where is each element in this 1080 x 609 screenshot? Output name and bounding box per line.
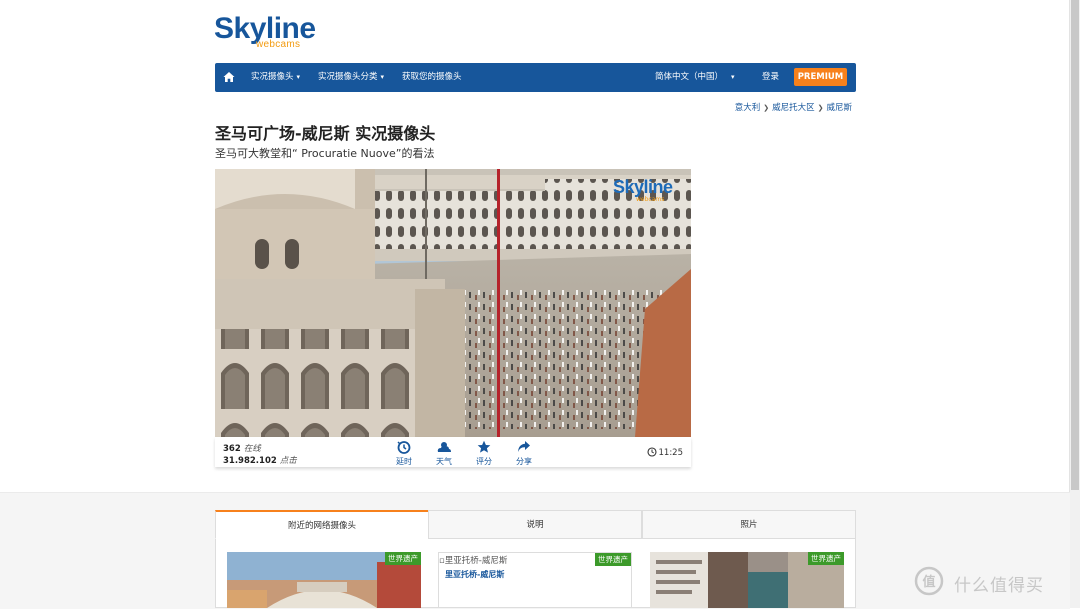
local-time-value: 11:25 (658, 448, 684, 458)
rating-button[interactable]: 评分 (469, 440, 499, 467)
rating-label: 评分 (476, 457, 492, 466)
breadcrumb-item[interactable]: 威尼斯 (826, 103, 852, 113)
weather-label: 天气 (436, 457, 452, 466)
share-button[interactable]: 分享 (509, 440, 539, 467)
scrollbar-thumb[interactable] (1071, 0, 1079, 490)
breadcrumb: 意大利 ❯ 威尼托大区 ❯ 威尼斯 (735, 101, 852, 113)
watermark-zhidemai: 值 什么值得买 (910, 565, 1070, 597)
zhidemai-logo-icon: 值 (914, 566, 944, 596)
timelapse-label: 延时 (396, 457, 412, 466)
nearby-webcam-card[interactable]: ▫里亚托桥-威尼斯 里亚托桥-威尼斯 世界遗产 (438, 552, 632, 608)
tab-description[interactable]: 说明 (428, 510, 642, 539)
language-label: 简体中文（中国） (655, 72, 724, 82)
chevron-right-icon: ❯ (817, 104, 824, 112)
webcam-player[interactable] (215, 169, 691, 437)
page-subtitle: 圣马可大教堂和“ Procuratie Nuove”的看法 (215, 147, 435, 160)
nearby-webcam-title: 里亚托桥-威尼斯 (445, 570, 505, 579)
share-icon (518, 441, 530, 452)
main-navbar: 实况摄像头 ▾ 实况摄像头分类 ▾ 获取您的摄像头 简体中文（中国） ▾ 登录 (215, 63, 856, 92)
broken-image-alt: 里亚托桥-威尼斯 (444, 556, 508, 566)
breadcrumb-item[interactable]: 威尼托大区 (772, 103, 815, 113)
weather-button[interactable]: 天气 (429, 440, 459, 467)
webcam-watermark: Skyline (613, 177, 673, 197)
breadcrumb-item[interactable]: 意大利 (735, 103, 761, 113)
webcam-watermark-sub: webcams (636, 196, 665, 203)
login-link[interactable]: 登录 (762, 63, 779, 92)
caret-down-icon: ▾ (380, 73, 385, 81)
home-icon[interactable] (223, 71, 235, 83)
weather-icon (437, 442, 451, 452)
world-heritage-badge: 世界遗产 (385, 552, 421, 565)
tab-photos[interactable]: 照片 (642, 510, 856, 539)
nav-item-label: 实况摄像头分类 (318, 72, 378, 82)
caret-down-icon: ▾ (731, 73, 735, 81)
clicks-stat: 31.982.102 点击 (223, 454, 297, 466)
nearby-webcam-card[interactable]: 世界遗产 (650, 552, 844, 608)
page-title: 圣马可广场-威尼斯 实况摄像头 (215, 124, 436, 143)
world-heritage-badge: 世界遗产 (595, 553, 631, 566)
nav-item-categories[interactable]: 实况摄像头分类 ▾ (318, 63, 384, 92)
online-count: 362 (223, 444, 241, 454)
site-logo[interactable]: Skyline webcams (214, 12, 324, 50)
timelapse-icon (397, 441, 411, 454)
star-icon (477, 440, 491, 453)
clock-icon (646, 447, 657, 457)
caret-down-icon: ▾ (296, 73, 301, 81)
timelapse-button[interactable]: 延时 (389, 440, 419, 467)
logo-sub: webcams (256, 39, 301, 50)
nav-item-get-webcam[interactable]: 获取您的摄像头 (402, 63, 462, 92)
online-label: 在线 (243, 444, 261, 454)
page-scrollbar[interactable] (1069, 0, 1080, 608)
clicks-label: 点击 (279, 456, 297, 466)
nearby-webcam-card[interactable]: 世界遗产 (227, 552, 421, 608)
content-tabs: 附近的网络摄像头 说明 照片 (215, 510, 856, 540)
svg-text:值: 值 (922, 574, 935, 590)
webcam-image (215, 169, 691, 437)
zhidemai-text: 什么值得买 (954, 576, 1044, 596)
share-label: 分享 (516, 457, 532, 466)
clicks-count: 31.982.102 (223, 456, 277, 466)
broken-image-placeholder: ▫里亚托桥-威尼斯 (439, 554, 507, 566)
nav-item-label: 获取您的摄像头 (402, 72, 462, 82)
local-time: 11:25 (646, 447, 684, 458)
world-heritage-badge: 世界遗产 (808, 552, 844, 565)
premium-button[interactable]: PREMIUM (794, 68, 847, 86)
tab-nearby-webcams[interactable]: 附近的网络摄像头 (215, 510, 429, 539)
language-selector[interactable]: 简体中文（中国） ▾ (655, 63, 735, 92)
chevron-right-icon: ❯ (763, 104, 770, 112)
online-stat: 362 在线 (223, 442, 261, 454)
player-info-bar: 362 在线 31.982.102 点击 延时 天气 评分 分享 11:25 (215, 437, 691, 467)
nav-item-live-webcams[interactable]: 实况摄像头 ▾ (251, 63, 300, 92)
nav-item-label: 实况摄像头 (251, 72, 294, 82)
